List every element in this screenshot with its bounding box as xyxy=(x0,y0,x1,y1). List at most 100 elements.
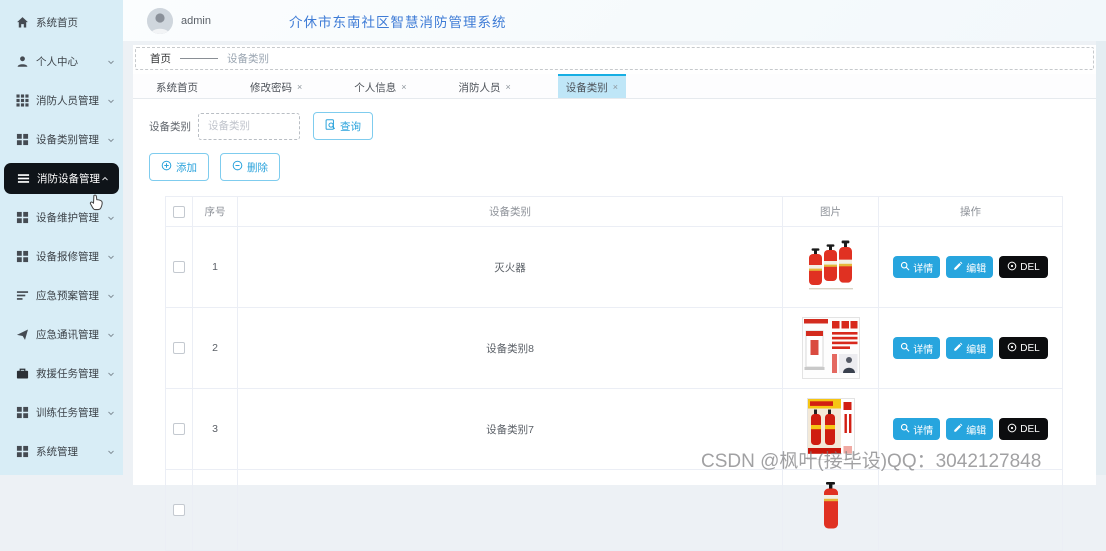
row-checkbox[interactable] xyxy=(173,342,185,354)
pencil-icon xyxy=(953,342,963,355)
tab-change-password[interactable]: 修改密码 × xyxy=(245,74,307,98)
sidebar-item-emergency-plan[interactable]: 应急预案管理 xyxy=(0,276,123,315)
detail-button[interactable]: 详情 xyxy=(893,256,941,278)
detail-button-label: 详情 xyxy=(913,425,934,437)
chevron-down-icon xyxy=(106,96,116,106)
add-button-label: 添加 xyxy=(176,161,197,174)
fire-hydrant-poster-image xyxy=(783,308,879,388)
sidebar-item-label: 救援任务管理 xyxy=(36,368,99,380)
tab-label: 消防人员 xyxy=(458,81,501,94)
user-icon xyxy=(16,55,29,68)
sidebar-item-fire-personnel[interactable]: 消防人员管理 xyxy=(0,81,123,120)
username[interactable]: admin xyxy=(181,15,211,27)
sidebar-item-label: 训练任务管理 xyxy=(36,407,99,419)
close-icon[interactable]: × xyxy=(401,82,406,92)
search-button-label: 查询 xyxy=(340,120,361,133)
tab-system-home[interactable]: 系统首页 xyxy=(151,74,203,98)
row-actions: 详情 编辑 DEL xyxy=(879,308,1063,388)
sidebar-item-training-tasks[interactable]: 训练任务管理 xyxy=(0,393,123,432)
sidebar-item-device-maintenance[interactable]: 设备维护管理 xyxy=(0,198,123,237)
circle-dot-icon xyxy=(1007,261,1017,274)
row-index xyxy=(193,470,238,550)
top-header: admin 介休市东南社区智慧消防管理系统 xyxy=(123,0,1106,41)
row-checkbox[interactable] xyxy=(173,261,185,273)
squares-icon xyxy=(16,133,29,146)
chevron-down-icon xyxy=(106,369,116,379)
del-button[interactable]: DEL xyxy=(999,337,1048,359)
row-checkbox[interactable] xyxy=(173,423,185,435)
delete-button-label: 删除 xyxy=(247,161,268,174)
sidebar-item-device-category[interactable]: 设备类别管理 xyxy=(0,120,123,159)
chevron-down-icon xyxy=(106,135,116,145)
edit-button-label: 编辑 xyxy=(966,344,987,356)
table-header-row: 序号 设备类别 图片 操作 xyxy=(165,197,1063,227)
sidebar-item-emergency-comms[interactable]: 应急通讯管理 xyxy=(0,315,123,354)
row-index: 1 xyxy=(193,227,238,307)
row-checkbox[interactable] xyxy=(173,504,185,516)
toolbox-icon xyxy=(16,367,29,380)
sidebar-item-label: 应急通讯管理 xyxy=(36,329,99,341)
category-search-input[interactable] xyxy=(198,112,300,140)
close-icon[interactable]: × xyxy=(613,82,618,92)
edit-button-label: 编辑 xyxy=(966,263,987,275)
device-category-table: 序号 设备类别 图片 操作 1 灭火器 详情 编辑 DEL 2 设备类别8 详情… xyxy=(165,196,1063,551)
row-category: 设备类别8 xyxy=(238,308,783,388)
edit-button[interactable]: 编辑 xyxy=(946,256,994,278)
sidebar-item-profile[interactable]: 个人中心 xyxy=(0,42,123,81)
chevron-down-icon xyxy=(106,57,116,67)
add-button[interactable]: 添加 xyxy=(149,153,209,181)
column-header-index: 序号 xyxy=(193,197,238,226)
sidebar-item-label: 设备类别管理 xyxy=(36,134,99,146)
tab-personal-info[interactable]: 个人信息 × xyxy=(349,74,411,98)
page-scrollbar-track[interactable] xyxy=(1096,0,1106,475)
sidebar-item-label: 个人中心 xyxy=(36,56,78,68)
detail-button[interactable]: 详情 xyxy=(893,337,941,359)
header-checkbox-cell xyxy=(165,197,193,226)
sidebar-item-label: 应急预案管理 xyxy=(36,290,99,302)
sidebar-item-system-management[interactable]: 系统管理 xyxy=(0,432,123,471)
edit-button[interactable]: 编辑 xyxy=(946,418,994,440)
chevron-down-icon xyxy=(106,408,116,418)
breadcrumb: 首页 设备类别 xyxy=(135,47,1094,70)
row-actions xyxy=(879,470,1063,550)
close-icon[interactable]: × xyxy=(297,82,302,92)
tab-device-category[interactable]: 设备类别 × xyxy=(557,74,627,98)
chevron-down-icon xyxy=(106,252,116,262)
edit-button-label: 编辑 xyxy=(966,425,987,437)
sidebar-item-home[interactable]: 系统首页 xyxy=(0,3,123,42)
tab-bar: 系统首页 修改密码 × 个人信息 × 消防人员 × 设备类别 × xyxy=(133,74,1096,99)
pencil-icon xyxy=(953,261,963,274)
tab-fire-personnel[interactable]: 消防人员 × xyxy=(454,74,516,98)
sidebar-item-device-repair[interactable]: 设备报修管理 xyxy=(0,237,123,276)
toolbar-row: 添加 删除 xyxy=(149,153,1096,181)
sidebar-item-rescue-tasks[interactable]: 救援任务管理 xyxy=(0,354,123,393)
row-checkbox-cell xyxy=(165,470,193,550)
squares-icon xyxy=(16,211,29,224)
tab-label: 修改密码 xyxy=(250,81,292,94)
detail-button-label: 详情 xyxy=(913,344,934,356)
sidebar-item-label: 系统管理 xyxy=(36,446,78,458)
close-icon[interactable]: × xyxy=(506,82,511,92)
list-icon xyxy=(17,172,30,185)
breadcrumb-root[interactable]: 首页 xyxy=(150,51,171,66)
select-all-checkbox[interactable] xyxy=(173,205,185,218)
home-icon xyxy=(16,16,29,29)
chevron-down-icon xyxy=(106,330,116,340)
grid-icon xyxy=(16,94,29,107)
avatar[interactable] xyxy=(147,7,173,34)
search-button[interactable]: 查询 xyxy=(313,112,373,140)
delete-button[interactable]: 删除 xyxy=(220,153,280,181)
column-header-action: 操作 xyxy=(879,197,1063,226)
filter-label: 设备类别 xyxy=(149,120,191,133)
row-actions: 详情 编辑 DEL xyxy=(879,227,1063,307)
watermark: CSDN @枫叶(接毕设)QQ：3042127848 xyxy=(701,451,1042,472)
sidebar-item-label: 设备报修管理 xyxy=(36,251,99,263)
detail-button[interactable]: 详情 xyxy=(893,418,941,440)
del-button-label: DEL xyxy=(1020,261,1040,273)
edit-button[interactable]: 编辑 xyxy=(946,337,994,359)
del-button[interactable]: DEL xyxy=(999,418,1048,440)
content-panel: 首页 设备类别 系统首页 修改密码 × 个人信息 × 消防人员 × 设备类别 × xyxy=(133,45,1096,551)
sidebar-item-fire-equipment[interactable]: 消防设备管理 xyxy=(4,163,119,194)
circle-dot-icon xyxy=(1007,342,1017,355)
del-button[interactable]: DEL xyxy=(999,256,1048,278)
